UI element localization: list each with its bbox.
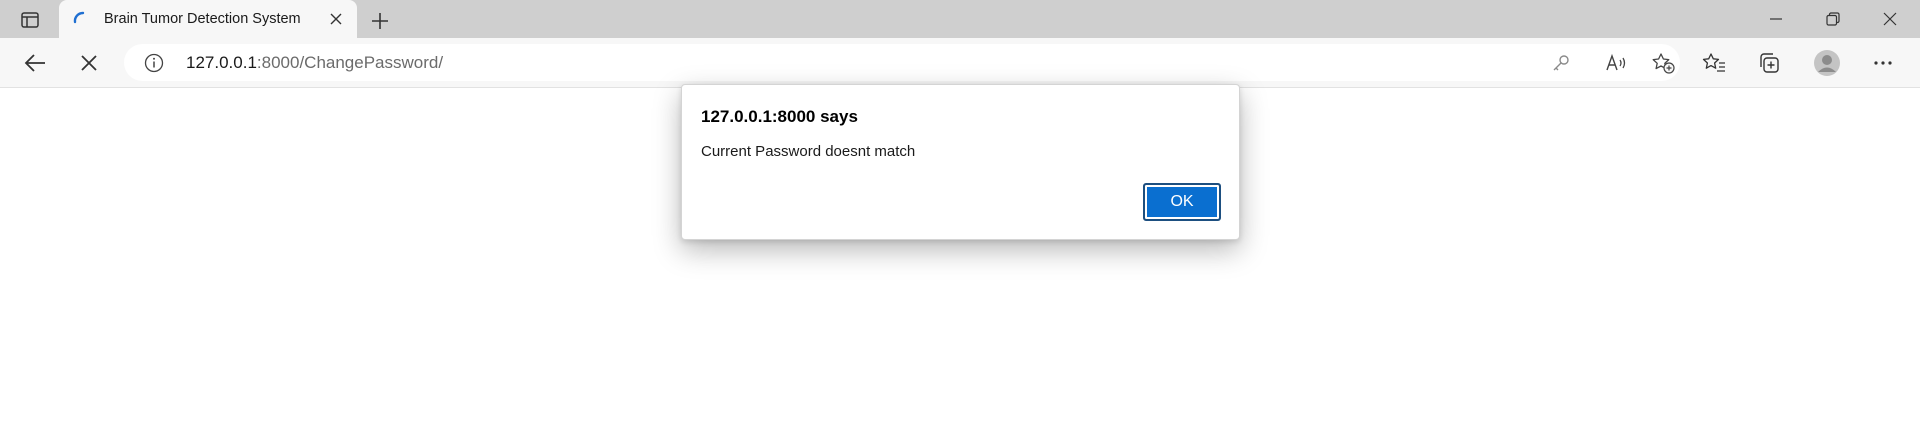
dialog-title: 127.0.0.1:8000 says: [701, 107, 858, 126]
browser-tab[interactable]: Brain Tumor Detection System: [59, 0, 357, 38]
restore-button[interactable]: [1804, 0, 1862, 38]
tab-title: Brain Tumor Detection System: [104, 11, 301, 27]
browser-toolbar: 127.0.0.1:8000/ChangePassword/: [0, 38, 1920, 88]
minimize-button[interactable]: [1747, 0, 1805, 38]
ok-button[interactable]: OK: [1143, 183, 1221, 221]
profile-button[interactable]: [1810, 46, 1844, 80]
tab-close-button[interactable]: [327, 10, 345, 28]
alert-dialog: 127.0.0.1:8000 says Current Password doe…: [681, 84, 1240, 240]
url-path: :8000/ChangePassword/: [256, 53, 444, 72]
tab-strip: Brain Tumor Detection System: [0, 0, 1920, 38]
read-aloud-icon[interactable]: [1604, 51, 1628, 75]
url-text[interactable]: 127.0.0.1:8000/ChangePassword/: [186, 53, 443, 73]
close-window-icon: [1883, 12, 1897, 26]
back-arrow-icon: [24, 54, 45, 72]
favorites-button[interactable]: [1697, 46, 1731, 80]
collections-icon: [1760, 53, 1779, 73]
add-favorite-icon[interactable]: [1651, 51, 1675, 75]
dialog-message: Current Password doesnt match: [701, 143, 916, 160]
close-window-button[interactable]: [1861, 0, 1919, 38]
address-bar[interactable]: 127.0.0.1:8000/ChangePassword/: [124, 44, 1680, 81]
stop-loading-button[interactable]: [72, 46, 106, 80]
url-host: 127.0.0.1: [186, 53, 257, 72]
avatar-icon: [1814, 50, 1840, 76]
restore-icon: [1826, 12, 1840, 26]
settings-more-button[interactable]: [1866, 46, 1900, 80]
stop-icon: [81, 55, 97, 71]
favorites-icon: [1702, 53, 1725, 72]
collections-button[interactable]: [1752, 46, 1786, 80]
back-button[interactable]: [18, 46, 52, 80]
loading-spinner-icon: [72, 10, 88, 26]
close-icon: [330, 13, 342, 25]
minimize-icon: [1770, 18, 1782, 20]
site-info-icon[interactable]: [144, 53, 164, 73]
plus-icon: [372, 13, 388, 29]
tab-actions-icon: [21, 12, 39, 28]
new-tab-button[interactable]: [366, 7, 394, 35]
more-icon: [1874, 61, 1892, 65]
tab-actions-button[interactable]: [10, 5, 50, 35]
key-icon[interactable]: [1549, 51, 1573, 75]
